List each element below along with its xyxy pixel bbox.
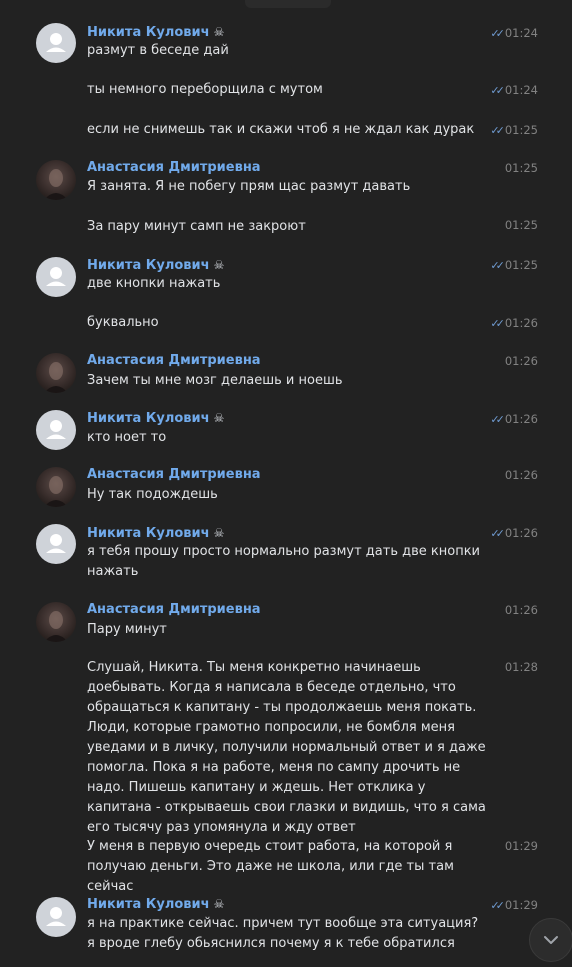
message-text: Зачем ты мне мозг делаешь и ноешь — [87, 373, 343, 388]
chevron-down-icon — [544, 936, 558, 944]
message-text: ты немного переборщила с мутом — [87, 82, 323, 97]
message-text: я тебя прошу просто нормально размут дат… — [87, 544, 485, 579]
skull-icon: ☠ — [213, 526, 225, 540]
sender-name[interactable]: Никита Кулович ☠ — [87, 23, 224, 42]
read-check-icon: ✓✓ — [490, 899, 505, 912]
read-check-icon: ✓✓ — [490, 527, 505, 540]
message-text: Ну так подождешь — [87, 487, 218, 502]
avatar-anastasia[interactable] — [36, 353, 76, 393]
avatar-nikita[interactable] — [36, 524, 76, 564]
message-text: Пару минут — [87, 622, 167, 637]
avatar-anastasia[interactable] — [36, 602, 76, 642]
read-check-icon: ✓✓ — [490, 259, 505, 272]
message-time[interactable]: ✓✓ 01:26 — [490, 525, 538, 542]
skull-icon: ☠ — [213, 25, 225, 39]
read-check-icon: ✓✓ — [490, 317, 505, 330]
message-time[interactable]: ✓✓ 01:25 — [490, 257, 538, 274]
avatar-nikita[interactable] — [36, 897, 76, 937]
message-time[interactable]: 01:26 — [505, 353, 538, 369]
message-time[interactable]: ✓✓ 01:26 — [490, 315, 538, 332]
message-text: буквально — [87, 315, 159, 330]
message-time[interactable]: 01:25 — [505, 160, 538, 176]
message-text: размут в беседе дай — [87, 43, 229, 58]
skull-icon: ☠ — [213, 411, 225, 425]
scroll-down-button[interactable] — [529, 918, 572, 962]
message-text: я на практике сейчас. причем тут вообще … — [87, 916, 483, 951]
avatar-anastasia[interactable] — [36, 467, 76, 507]
avatar-nikita[interactable] — [36, 257, 76, 297]
read-check-icon: ✓✓ — [490, 27, 505, 40]
avatar-nikita[interactable] — [36, 23, 76, 63]
read-check-icon: ✓✓ — [490, 413, 505, 426]
message-text: если не снимешь так и скажи чтоб я не жд… — [87, 122, 475, 137]
message-text: Я занята. Я не побегу прям щас размут да… — [87, 179, 411, 194]
top-tab — [245, 0, 331, 8]
skull-icon: ☠ — [213, 897, 225, 911]
message-time[interactable]: 01:29 — [505, 838, 538, 854]
message-time[interactable]: ✓✓ 01:25 — [490, 122, 538, 139]
message-text: У меня в первую очередь стоит работа, на… — [87, 839, 459, 894]
message-time[interactable]: 01:26 — [505, 602, 538, 618]
sender-name[interactable]: Анастасия Дмитриевна — [87, 159, 261, 177]
message-text: кто ноет то — [87, 430, 167, 445]
message-time[interactable]: ✓✓ 01:26 — [490, 411, 538, 428]
read-check-icon: ✓✓ — [490, 124, 505, 137]
skull-icon: ☠ — [213, 258, 225, 272]
sender-name[interactable]: Анастасия Дмитриевна — [87, 352, 261, 370]
message-text: Слушай, Никита. Ты меня конкретно начина… — [87, 660, 491, 835]
read-check-icon: ✓✓ — [490, 84, 505, 97]
avatar-nikita[interactable] — [36, 410, 76, 450]
sender-name[interactable]: Никита Кулович ☠ — [87, 895, 224, 914]
message-time[interactable]: ✓✓ 01:24 — [490, 25, 538, 42]
message-time[interactable]: ✓✓ 01:24 — [490, 82, 538, 99]
message-time[interactable]: 01:26 — [505, 467, 538, 483]
sender-name[interactable]: Анастасия Дмитриевна — [87, 466, 261, 484]
sender-name[interactable]: Никита Кулович ☠ — [87, 524, 224, 543]
message-text: две кнопки нажать — [87, 276, 221, 291]
message-text: За пару минут самп не закроют — [87, 219, 306, 234]
message-time[interactable]: 01:28 — [505, 659, 538, 675]
avatar-anastasia[interactable] — [36, 160, 76, 200]
sender-name[interactable]: Никита Кулович ☠ — [87, 256, 224, 275]
message-time[interactable]: 01:25 — [505, 217, 538, 233]
message-time[interactable]: ✓✓ 01:29 — [490, 897, 538, 914]
sender-name[interactable]: Никита Кулович ☠ — [87, 409, 224, 428]
sender-name[interactable]: Анастасия Дмитриевна — [87, 601, 261, 619]
